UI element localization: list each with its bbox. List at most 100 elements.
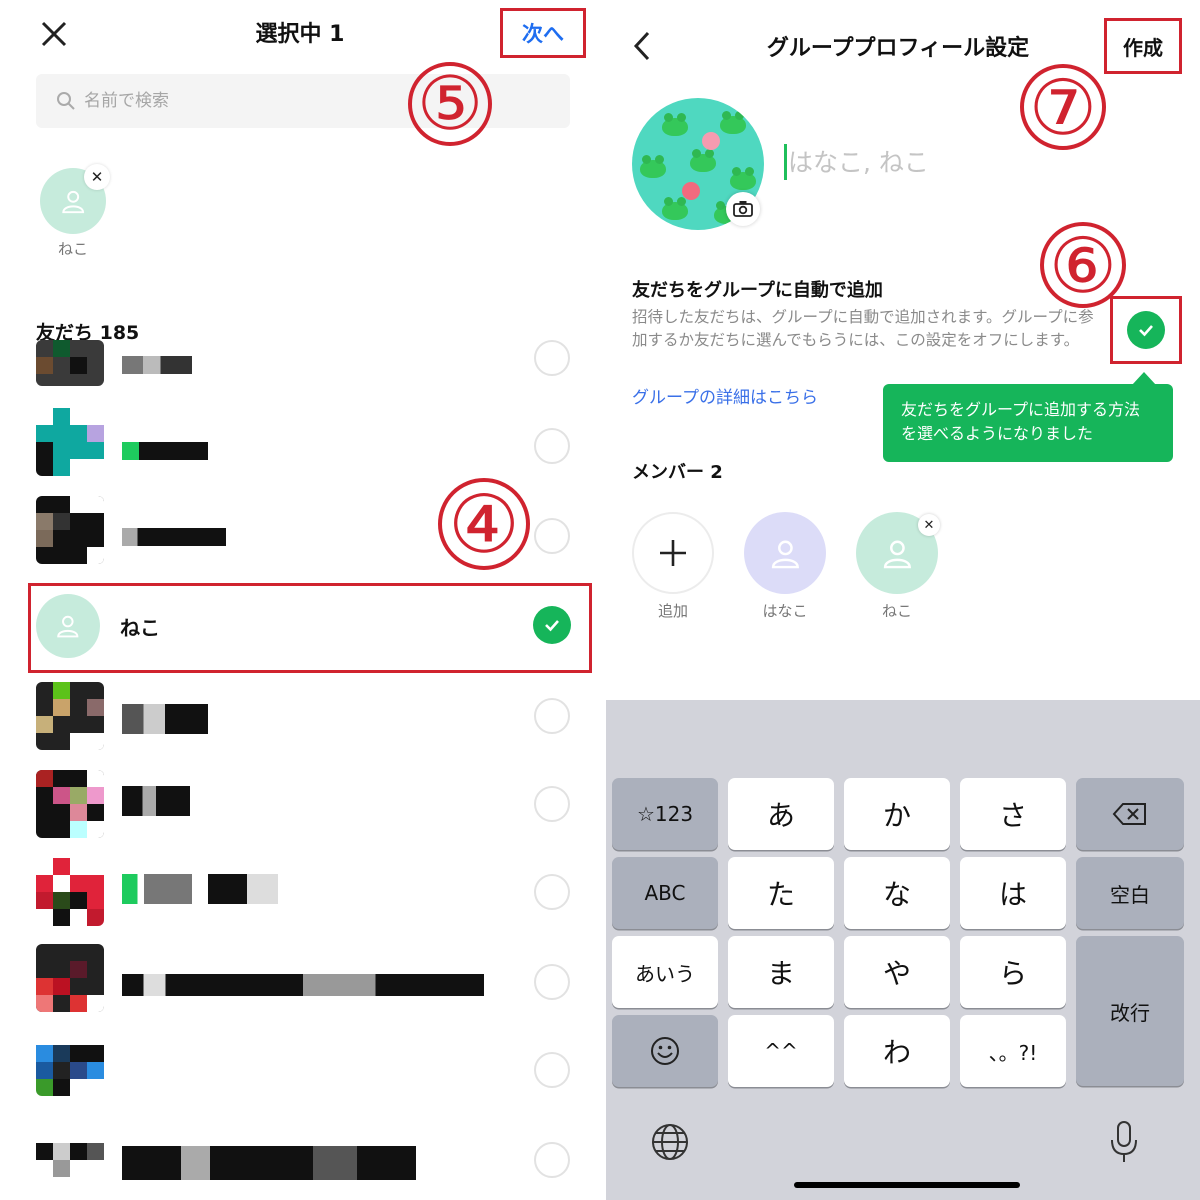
select-radio[interactable] bbox=[534, 786, 570, 822]
friend-avatar bbox=[36, 408, 104, 476]
frog-pattern bbox=[720, 111, 746, 134]
key-punctuation[interactable]: 、。?! bbox=[960, 1015, 1066, 1087]
frog-pattern bbox=[730, 167, 756, 190]
friend-avatar bbox=[36, 594, 100, 658]
friend-avatar bbox=[36, 340, 104, 386]
friend-avatar bbox=[36, 1126, 104, 1178]
select-radio[interactable] bbox=[534, 518, 570, 554]
japanese-keyboard: ☆123 あ か さ ABC た な は 空白 あいう ま や ら 改行 ^^ … bbox=[606, 700, 1200, 1200]
change-photo-button[interactable] bbox=[726, 192, 760, 226]
close-icon bbox=[41, 21, 67, 47]
friend-row[interactable] bbox=[0, 1028, 600, 1108]
friend-name-redacted bbox=[122, 356, 192, 374]
person-icon bbox=[62, 190, 84, 213]
fruit-pattern bbox=[682, 182, 700, 200]
add-member-button[interactable] bbox=[632, 512, 714, 594]
page-title: グループプロフィール設定 bbox=[766, 36, 1030, 61]
frog-pattern bbox=[690, 149, 716, 172]
next-button[interactable]: 次へ bbox=[500, 8, 586, 58]
key-na[interactable]: な bbox=[844, 857, 950, 929]
friend-row[interactable] bbox=[0, 770, 600, 850]
step-marker-select: ④ bbox=[438, 478, 530, 570]
step-marker-create: ⑦ bbox=[1020, 64, 1106, 151]
close-button[interactable] bbox=[34, 14, 74, 54]
key-ya[interactable]: や bbox=[844, 936, 950, 1008]
key-wa[interactable]: わ bbox=[844, 1015, 950, 1087]
select-radio[interactable] bbox=[534, 1142, 570, 1178]
select-radio[interactable] bbox=[534, 428, 570, 464]
friend-name-redacted bbox=[122, 1060, 208, 1078]
friend-row[interactable] bbox=[0, 682, 600, 762]
select-radio[interactable] bbox=[534, 1052, 570, 1088]
friend-name-redacted bbox=[122, 442, 208, 460]
friend-name-redacted bbox=[122, 974, 484, 996]
key-emoji[interactable] bbox=[612, 1015, 718, 1087]
member-label: はなこ bbox=[762, 602, 808, 620]
globe-icon bbox=[652, 1124, 688, 1160]
key-symbols[interactable]: ☆123 bbox=[612, 778, 718, 850]
auto-add-description: 招待した友だちは、グループに自動で追加されます。グループに参加するか友だちに選ん… bbox=[632, 308, 1094, 349]
text-cursor bbox=[784, 144, 787, 180]
key-space[interactable]: 空白 bbox=[1076, 857, 1184, 929]
key-ma[interactable]: ま bbox=[728, 936, 834, 1008]
key-abc[interactable]: ABC bbox=[612, 857, 718, 929]
key-return[interactable]: 改行 bbox=[1076, 936, 1184, 1086]
remove-member-button[interactable]: ✕ bbox=[918, 514, 940, 536]
info-tooltip: 友だちをグループに追加する方法を選べるようになりました bbox=[883, 384, 1173, 462]
key-sa[interactable]: さ bbox=[960, 778, 1066, 850]
select-radio[interactable] bbox=[534, 964, 570, 1000]
chevron-left-icon bbox=[633, 31, 650, 61]
auto-add-toggle-highlight bbox=[1110, 296, 1182, 364]
step-marker-next: ⑤ bbox=[408, 62, 492, 146]
camera-icon bbox=[733, 201, 753, 217]
key-backspace[interactable] bbox=[1076, 778, 1184, 850]
selected-check-radio[interactable] bbox=[533, 606, 571, 644]
friend-name-redacted bbox=[122, 786, 190, 816]
backspace-icon bbox=[1112, 803, 1146, 825]
friend-row[interactable] bbox=[0, 408, 600, 488]
key-kana-mode[interactable]: あいう bbox=[612, 936, 718, 1008]
friend-avatar bbox=[36, 682, 104, 750]
member-label: ねこ bbox=[881, 602, 912, 620]
select-radio[interactable] bbox=[534, 340, 570, 376]
page-title: 選択中 1 bbox=[255, 22, 345, 47]
member-avatar-hanako[interactable] bbox=[744, 512, 826, 594]
check-icon bbox=[1139, 325, 1153, 337]
microphone-button[interactable] bbox=[1108, 1120, 1140, 1164]
key-a[interactable]: あ bbox=[728, 778, 834, 850]
person-icon bbox=[883, 540, 911, 568]
friend-avatar bbox=[36, 1028, 104, 1096]
selected-chip-label: ねこ bbox=[57, 240, 88, 258]
group-name-input[interactable] bbox=[788, 144, 1088, 180]
key-ka[interactable]: か bbox=[844, 778, 950, 850]
friend-avatar bbox=[36, 944, 104, 1012]
remove-selected-button[interactable]: ✕ bbox=[84, 164, 110, 190]
emoji-icon bbox=[651, 1037, 679, 1065]
selected-friend-row[interactable] bbox=[28, 583, 592, 673]
friend-row[interactable] bbox=[0, 1126, 600, 1200]
select-radio[interactable] bbox=[534, 698, 570, 734]
friend-name-redacted bbox=[122, 1146, 416, 1180]
key-emoticon[interactable]: ^^ bbox=[728, 1015, 834, 1087]
friend-select-screen: 選択中 1 次へ ⑤ ✕ ねこ 友だち 185 bbox=[0, 0, 600, 1200]
person-icon bbox=[771, 540, 799, 568]
key-ra[interactable]: ら bbox=[960, 936, 1066, 1008]
friend-name-redacted bbox=[122, 528, 226, 546]
friend-row[interactable] bbox=[0, 944, 600, 1024]
globe-button[interactable] bbox=[650, 1122, 690, 1162]
friend-name-redacted bbox=[122, 874, 278, 904]
friend-name: ねこ bbox=[120, 616, 160, 640]
key-ha[interactable]: は bbox=[960, 857, 1066, 929]
fruit-pattern bbox=[702, 132, 720, 150]
create-button[interactable]: 作成 bbox=[1104, 18, 1182, 74]
member-label: 追加 bbox=[657, 602, 688, 620]
select-radio[interactable] bbox=[534, 874, 570, 910]
home-indicator bbox=[794, 1182, 1020, 1188]
key-ta[interactable]: た bbox=[728, 857, 834, 929]
group-details-link[interactable]: グループの詳細はこちら bbox=[632, 383, 818, 408]
search-input[interactable] bbox=[84, 86, 464, 116]
auto-add-checkbox[interactable] bbox=[1127, 311, 1165, 349]
back-button[interactable] bbox=[628, 28, 658, 64]
friend-row[interactable] bbox=[0, 858, 600, 938]
friend-avatar bbox=[36, 858, 104, 926]
